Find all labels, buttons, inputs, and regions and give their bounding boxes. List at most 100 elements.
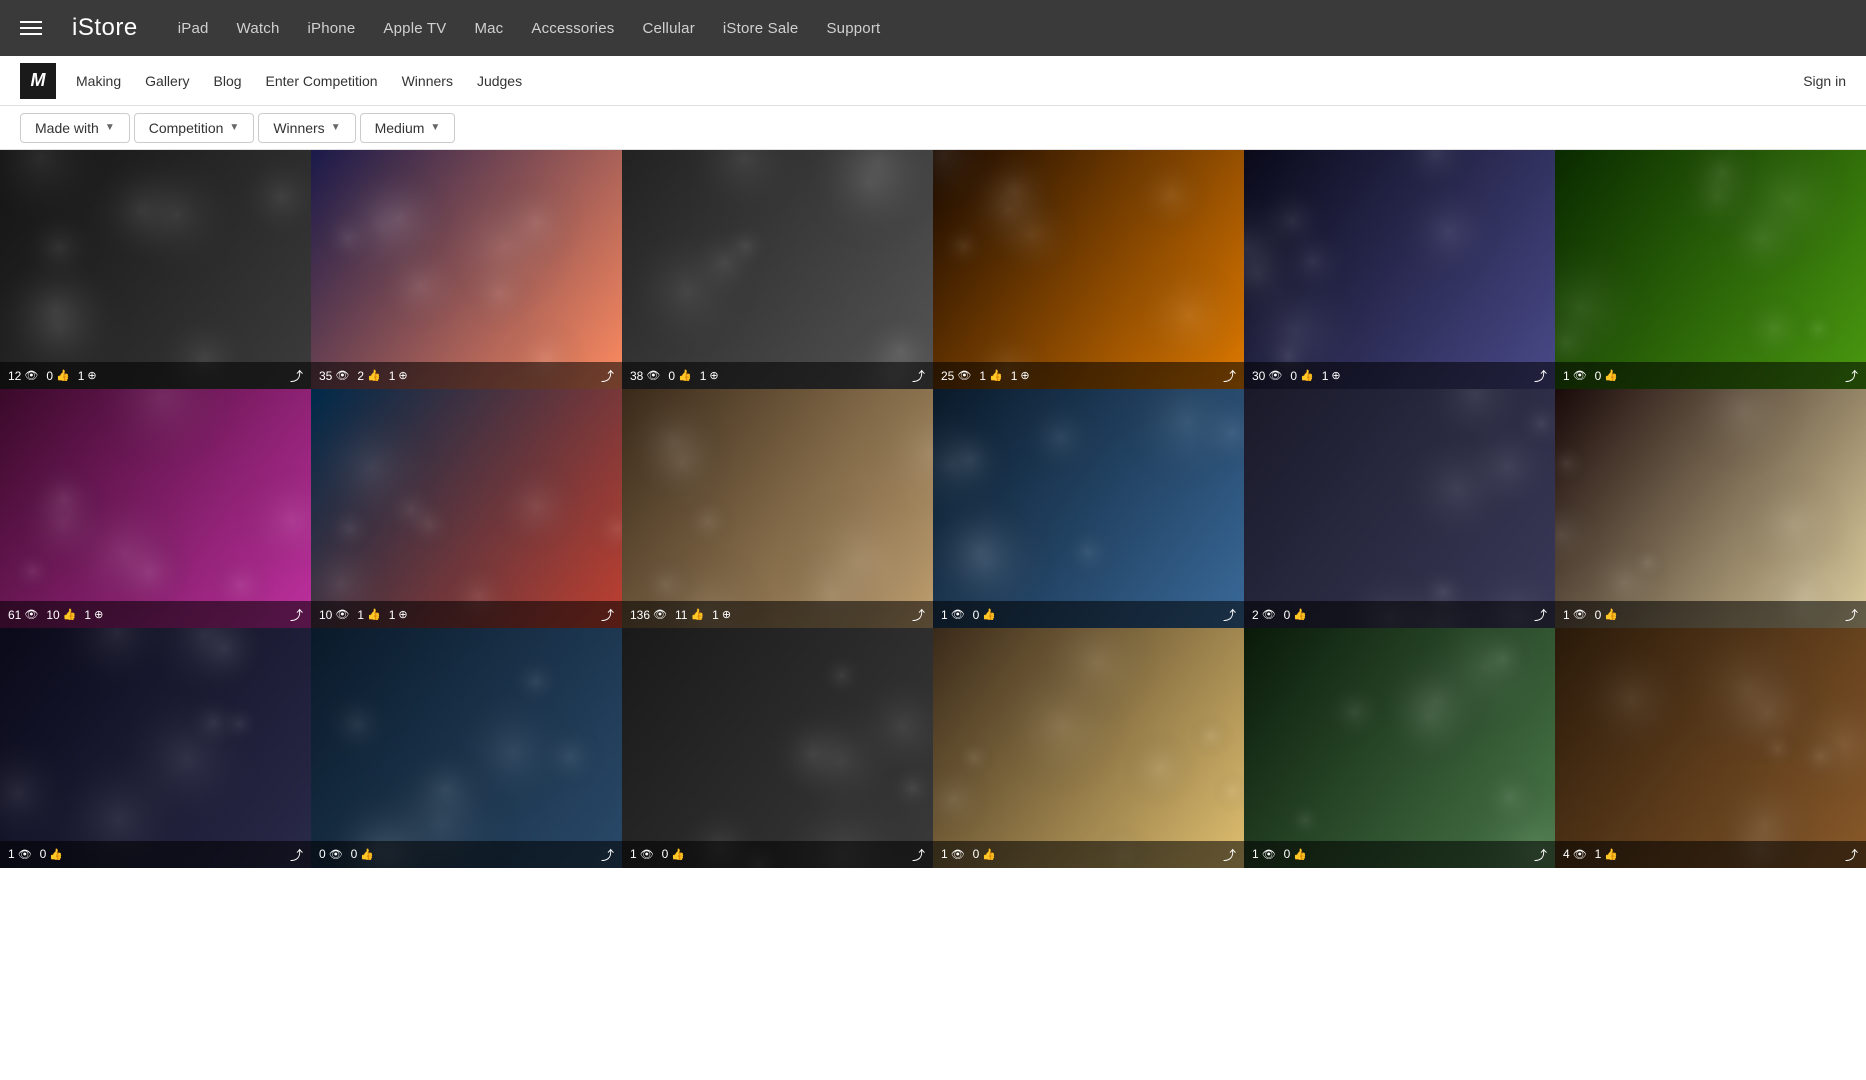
photo-cell[interactable]: 136👁11👍1⊕⤴ [622,389,933,628]
photo-cell[interactable]: 12👁0👍1⊕⤴ [0,150,311,389]
like-count: 0👍 [351,847,374,861]
eye-icon: 👁 [640,848,654,861]
share-button[interactable]: ⤴ [601,845,614,864]
photo-stats-bar: 10👁 1👍 1⊕ ⤴ [311,601,622,628]
top-nav-link-support[interactable]: Support [826,20,880,37]
photo-stats-bar: 0👁0👍⤴ [311,841,622,868]
sub-nav-link-enter-competition[interactable]: Enter Competition [266,73,378,89]
chevron-down-icon: ▼ [229,122,239,133]
share-button[interactable]: ⤴ [1534,366,1547,385]
view-count: 25👁 [941,369,971,383]
photo-cell[interactable]: 1👁0👍⤴ [933,628,1244,867]
sub-nav-link-winners[interactable]: Winners [402,73,453,89]
like-icon: 👍 [678,369,692,382]
view-count: 136👁 [630,608,667,622]
photo-cell[interactable]: 25👁1👍1⊕⤴ [933,150,1244,389]
like-icon: 👍 [56,369,70,382]
photo-cell[interactable]: 35👁2👍1⊕⤴ [311,150,622,389]
share-button[interactable]: ⤴ [290,366,303,385]
share-button[interactable]: ⤴ [601,366,614,385]
like-count: 1👍 [357,608,380,622]
share-button[interactable]: ⤴ [912,845,925,864]
sub-nav-link-gallery[interactable]: Gallery [145,73,189,89]
filter-bar: Made with▼Competition▼Winners▼Medium▼ [0,106,1866,150]
entry-icon: ⊕ [398,369,407,382]
top-nav-link-cellular[interactable]: Cellular [642,20,694,37]
eye-icon: 👁 [24,369,38,382]
share-button[interactable]: ⤴ [1534,845,1547,864]
eye-icon: 👁 [1573,369,1587,382]
top-nav-link-ipad[interactable]: iPad [178,20,209,37]
view-count: 10👁 [319,608,349,622]
filter-btn-competition[interactable]: Competition▼ [134,113,255,143]
eye-icon: 👁 [1262,848,1276,861]
like-count: 0👍 [662,847,685,861]
sub-navigation: M MakingGalleryBlogEnter CompetitionWinn… [0,56,1866,106]
hamburger-menu[interactable] [20,21,42,35]
photo-cell[interactable]: 1👁0👍⤴ [1555,150,1866,389]
eye-icon: 👁 [18,848,32,861]
filter-btn-made-with[interactable]: Made with▼ [20,113,130,143]
photo-cell[interactable]: 1👁0👍⤴ [933,389,1244,628]
like-count: 0👍 [1595,369,1618,383]
like-count: 0👍 [1284,608,1307,622]
chevron-down-icon: ▼ [105,122,115,133]
entry-count: 1⊕ [389,608,408,622]
entry-icon: ⊕ [87,369,96,382]
share-button[interactable]: ⤴ [1223,845,1236,864]
entry-icon: ⊕ [722,608,731,621]
share-button[interactable]: ⤴ [1534,605,1547,624]
photo-cell[interactable]: 1👁0👍⤴ [1555,389,1866,628]
view-count: 38👁 [630,369,660,383]
top-nav-link-iphone[interactable]: iPhone [307,20,355,37]
like-icon: 👍 [982,848,996,861]
photo-cell[interactable]: 10👁 1👍 1⊕ ⤴ [311,389,622,628]
sub-nav-link-making[interactable]: Making [76,73,121,89]
share-button[interactable]: ⤴ [601,605,614,624]
eye-icon: 👁 [335,369,349,382]
top-nav-link-accessories[interactable]: Accessories [531,20,614,37]
sign-in-link[interactable]: Sign in [1803,73,1846,89]
view-count: 35👁 [319,369,349,383]
entry-count: 1⊕ [84,608,103,622]
like-icon: 👍 [989,369,1003,382]
like-icon: 👍 [360,848,374,861]
top-nav-link-mac[interactable]: Mac [474,20,503,37]
share-button[interactable]: ⤴ [912,605,925,624]
share-button[interactable]: ⤴ [1845,845,1858,864]
like-count: 0👍 [973,847,996,861]
like-icon: 👍 [1604,848,1618,861]
filter-btn-medium[interactable]: Medium▼ [360,113,456,143]
share-button[interactable]: ⤴ [290,845,303,864]
top-nav-link-watch[interactable]: Watch [237,20,280,37]
view-count: 1👁 [1252,847,1276,861]
sub-nav-link-blog[interactable]: Blog [214,73,242,89]
like-icon: 👍 [49,848,63,861]
share-button[interactable]: ⤴ [1223,605,1236,624]
photo-cell[interactable]: 1👁0👍⤴ [1244,628,1555,867]
view-count: 1👁 [630,847,654,861]
photo-cell[interactable]: 0👁0👍⤴ [311,628,622,867]
photo-cell[interactable]: 1👁0👍⤴ [0,628,311,867]
share-button[interactable]: ⤴ [1845,605,1858,624]
like-count: 1👍 [979,369,1002,383]
photo-cell[interactable]: 61👁10👍1⊕⤴ [0,389,311,628]
sub-nav-link-judges[interactable]: Judges [477,73,522,89]
like-icon: 👍 [1300,369,1314,382]
top-nav-links: iPad Watch iPhone Apple TV Mac Accessories Cel… [178,20,881,37]
filter-btn-winners[interactable]: Winners▼ [258,113,355,143]
top-nav-link-istore-sale[interactable]: iStore Sale [723,20,799,37]
photo-cell[interactable]: 30👁0👍1⊕⤴ [1244,150,1555,389]
photo-cell[interactable]: 2👁0👍⤴ [1244,389,1555,628]
entry-icon: ⊕ [94,608,103,621]
share-button[interactable]: ⤴ [1223,366,1236,385]
share-button[interactable]: ⤴ [290,605,303,624]
top-nav-link-apple-tv[interactable]: Apple TV [383,20,446,37]
photo-cell[interactable]: 1👁 0👍 ⤴ [622,628,933,867]
share-button[interactable]: ⤴ [1845,366,1858,385]
chevron-down-icon: ▼ [430,122,440,133]
logo[interactable]: iStore [72,14,138,42]
photo-cell[interactable]: 38👁0👍1⊕⤴ [622,150,933,389]
photo-cell[interactable]: 4👁1👍⤴ [1555,628,1866,867]
share-button[interactable]: ⤴ [912,366,925,385]
